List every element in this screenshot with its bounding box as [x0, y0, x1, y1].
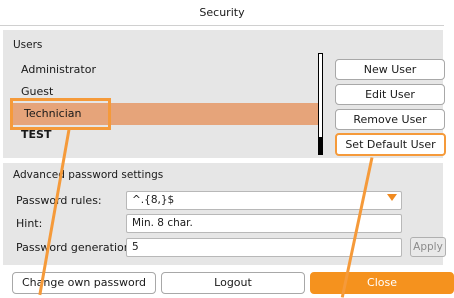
password-settings-label: Advanced password settings [13, 169, 164, 181]
users-scrollbar-thumb[interactable] [319, 137, 323, 155]
logout-button[interactable]: Logout [161, 272, 305, 294]
remove-user-button[interactable]: Remove User [335, 109, 445, 130]
apply-button[interactable]: Apply [410, 237, 446, 257]
new-user-button[interactable]: New User [335, 59, 445, 80]
set-default-user-button[interactable]: Set Default User [335, 133, 446, 156]
hint-label: Hint: [16, 217, 43, 230]
close-button[interactable]: Close [310, 272, 454, 294]
password-generations-field[interactable]: 5 [126, 238, 402, 257]
technician-callout-box [10, 98, 111, 130]
password-generations-label: Password generations: [16, 241, 141, 254]
edit-user-button[interactable]: Edit User [335, 84, 445, 105]
change-own-password-button[interactable]: Change own password [12, 272, 156, 294]
user-item-administrator[interactable]: Administrator [21, 59, 321, 81]
password-rules-label: Password rules: [16, 194, 102, 207]
window-title: Security [0, 0, 444, 26]
users-section-label: Users [13, 39, 43, 51]
chevron-down-icon[interactable] [387, 194, 397, 201]
